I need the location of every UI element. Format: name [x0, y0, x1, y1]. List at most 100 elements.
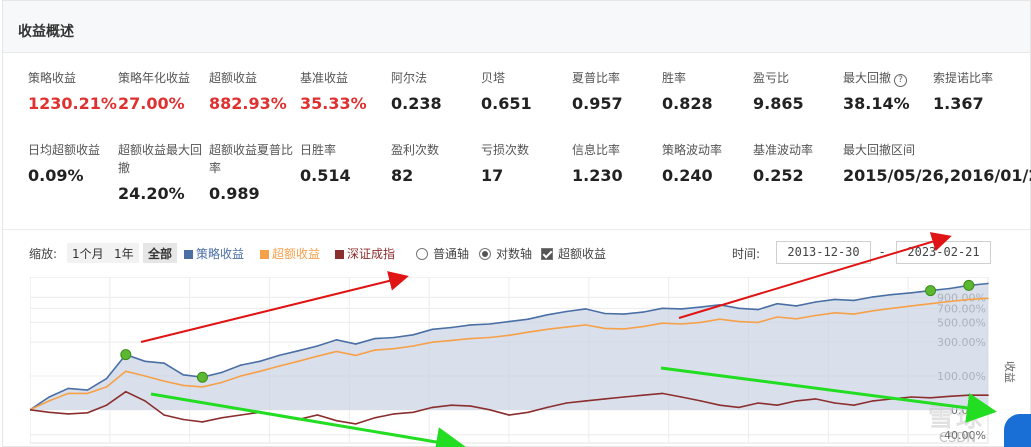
metric-value: 82	[391, 166, 414, 185]
data-point	[489, 336, 491, 339]
metric-value: 0.651	[481, 94, 532, 113]
data-point	[144, 375, 146, 377]
data-point	[604, 327, 606, 330]
checkbox-label: 超额收益	[558, 247, 607, 261]
data-point	[182, 418, 185, 421]
data-point	[929, 302, 932, 305]
metric-row1-7: 胜率 0.828	[662, 69, 754, 113]
metric-label: 超额收益	[209, 71, 258, 85]
metric-value: 1230.21%	[28, 94, 117, 113]
data-point	[335, 350, 338, 353]
data-point	[584, 308, 587, 310]
legend-strategy-return[interactable]: 策略收益	[184, 245, 244, 262]
log-axis-radio[interactable]: 对数轴	[479, 245, 532, 262]
data-point	[469, 324, 472, 326]
excess-return-checkbox[interactable]: 超额收益	[541, 245, 606, 262]
metric-label: 策略收益	[28, 71, 77, 85]
metric-value: 2015/05/26,2016/01/2	[843, 166, 1031, 185]
trade-marker	[963, 279, 975, 291]
data-point	[891, 293, 893, 296]
data-point	[833, 402, 836, 404]
metric-row2-8: 基准波动率 0.252	[753, 141, 845, 185]
metric-value: 24.20%	[118, 184, 185, 203]
data-point	[105, 377, 108, 380]
data-point	[814, 301, 817, 303]
legend-excess-return[interactable]: 超额收益	[260, 245, 320, 262]
data-point	[584, 400, 587, 402]
data-point	[393, 336, 395, 339]
metric-label: 胜率	[662, 71, 687, 85]
time-label: 时间:	[732, 247, 761, 261]
data-point	[508, 414, 510, 416]
data-point	[182, 384, 185, 387]
data-point	[910, 396, 913, 398]
data-point	[374, 349, 376, 351]
data-point	[67, 413, 70, 415]
data-point	[623, 396, 625, 398]
data-point	[450, 404, 453, 406]
metric-label: 策略波动率	[662, 143, 723, 157]
data-point	[565, 310, 568, 313]
data-point	[661, 322, 664, 324]
legend-label: 深证成指	[347, 247, 396, 261]
normal-axis-radio[interactable]: 普通轴	[416, 245, 469, 262]
data-point	[680, 308, 683, 310]
data-point	[393, 413, 395, 415]
end-date-input[interactable]: 2023-02-21	[896, 241, 991, 264]
watermark-sub-text: CSDN	[938, 431, 976, 446]
metric-row1-1: 策略年化收益 27.00%	[118, 69, 210, 113]
data-point	[584, 324, 587, 326]
zoom-1-year-button[interactable]: 1年	[109, 243, 139, 263]
start-date-input[interactable]: 2013-12-30	[776, 241, 871, 264]
metric-value: 0.957	[572, 94, 623, 113]
data-point	[680, 396, 683, 398]
data-point	[738, 320, 740, 323]
date-separator: -	[880, 245, 885, 259]
data-point	[680, 323, 683, 325]
data-point	[738, 307, 740, 310]
data-point	[431, 406, 434, 409]
legend-label: 策略收益	[196, 247, 245, 261]
legend-label: 超额收益	[272, 247, 321, 261]
zoom-all-button[interactable]: 全部	[143, 243, 178, 263]
chart-area: 900.00%700.00%500.00%300.00%100.00%0.00%…	[30, 277, 1031, 447]
metric-row1-2: 超额收益 882.93%	[209, 69, 301, 113]
metric-label: 日胜率	[300, 143, 337, 157]
data-point	[469, 337, 472, 340]
data-point	[240, 414, 242, 416]
data-point	[335, 339, 338, 341]
data-point	[987, 394, 989, 396]
trade-marker	[120, 349, 132, 361]
data-point	[833, 298, 836, 301]
metric-row1-6: 夏普比率 0.957	[572, 69, 664, 113]
legend-shenzhen-index[interactable]: 深证成指	[335, 245, 395, 262]
data-point	[642, 325, 644, 328]
data-point	[450, 326, 453, 329]
data-point	[527, 411, 529, 414]
data-point	[316, 355, 319, 357]
data-point	[987, 297, 989, 300]
data-point	[872, 310, 874, 312]
metric-value: 0.989	[209, 184, 260, 203]
metric-value: 882.93%	[209, 94, 287, 113]
data-point	[814, 398, 817, 400]
data-point	[757, 321, 759, 324]
zoom-1-month-button[interactable]: 1个月	[67, 243, 109, 263]
corner-badge[interactable]	[1004, 414, 1031, 447]
trade-marker	[196, 371, 208, 383]
data-point	[105, 386, 108, 388]
data-point	[259, 411, 261, 414]
data-point	[374, 337, 376, 340]
returns-overview-panel: 收益概述 策略收益 1230.21% 策略年化收益 27.00% 超额收益 882.93%…	[2, 0, 1031, 447]
data-point	[968, 394, 970, 396]
metric-label: 贝塔	[481, 71, 506, 85]
data-point	[105, 404, 108, 406]
chart-controls: 缩放: 1个月 1年 全部 策略收益 超额收益 深证成指 普通轴 对数轴 超额收…	[29, 241, 1029, 267]
trade-marker	[925, 285, 937, 297]
metrics-grid: 策略收益 1230.21% 策略年化收益 27.00% 超额收益 882.93% 基准收益 3…	[28, 69, 1031, 204]
data-point	[259, 360, 261, 363]
data-point	[699, 400, 702, 402]
data-point	[604, 398, 606, 400]
data-point	[565, 402, 568, 404]
help-icon[interactable]: ?	[894, 74, 908, 87]
